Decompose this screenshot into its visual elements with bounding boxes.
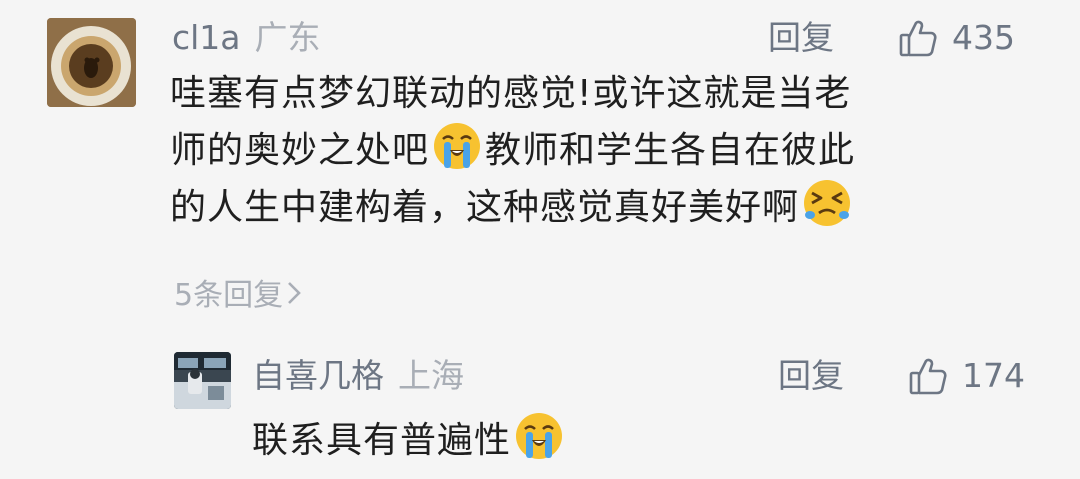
more-replies-label: 5条回复 (174, 278, 284, 313)
comment-line: 哇塞有点梦幻联动的感觉!或许这就是当老 (170, 73, 852, 114)
loudly-crying-face-icon (516, 413, 563, 459)
comment-line: 的人生中建构着，这种感觉真好美好啊 (170, 177, 1040, 234)
thumbs-up-icon (909, 358, 947, 395)
like-count: 174 (962, 356, 1025, 395)
squinting-face-icon (804, 180, 851, 226)
comment-fragment: 教师和学生各自在彼此 (485, 130, 856, 171)
comment-text: 哇塞有点梦幻联动的感觉!或许这就是当老 师的奥妙之处吧 教师和学生各自在彼此 的… (170, 68, 1040, 234)
author-location: 广东 (254, 18, 321, 57)
reply-avatar[interactable] (174, 352, 231, 409)
author-location: 上海 (398, 356, 464, 395)
more-replies-link[interactable]: 5条回复 (174, 276, 301, 316)
like-button[interactable]: 174 (908, 356, 1025, 396)
like-button[interactable]: 435 (898, 18, 1015, 58)
reply-author[interactable]: 自喜几格 上海 (252, 356, 464, 396)
thumbs-up-icon (899, 20, 937, 57)
comment-line: 师的奥妙之处吧 教师和学生各自在彼此 (170, 120, 1040, 177)
comment-author[interactable]: cl1a 广东 (172, 18, 321, 58)
chevron-right-icon (288, 282, 301, 304)
author-name[interactable]: cl1a (172, 18, 241, 57)
reply-button[interactable]: 回复 (768, 18, 834, 58)
reply-button[interactable]: 回复 (778, 356, 844, 396)
reply-fragment: 联系具有普遍性 (252, 420, 512, 461)
comment-fragment: 的人生中建构着，这种感觉真好美好啊 (170, 187, 800, 228)
loudly-crying-face-icon (434, 123, 481, 169)
comment-fragment: 师的奥妙之处吧 (170, 130, 430, 171)
reply-text: 联系具有普遍性 (252, 410, 567, 467)
like-count: 435 (952, 18, 1015, 57)
author-name[interactable]: 自喜几格 (252, 356, 384, 395)
avatar[interactable] (47, 18, 136, 107)
